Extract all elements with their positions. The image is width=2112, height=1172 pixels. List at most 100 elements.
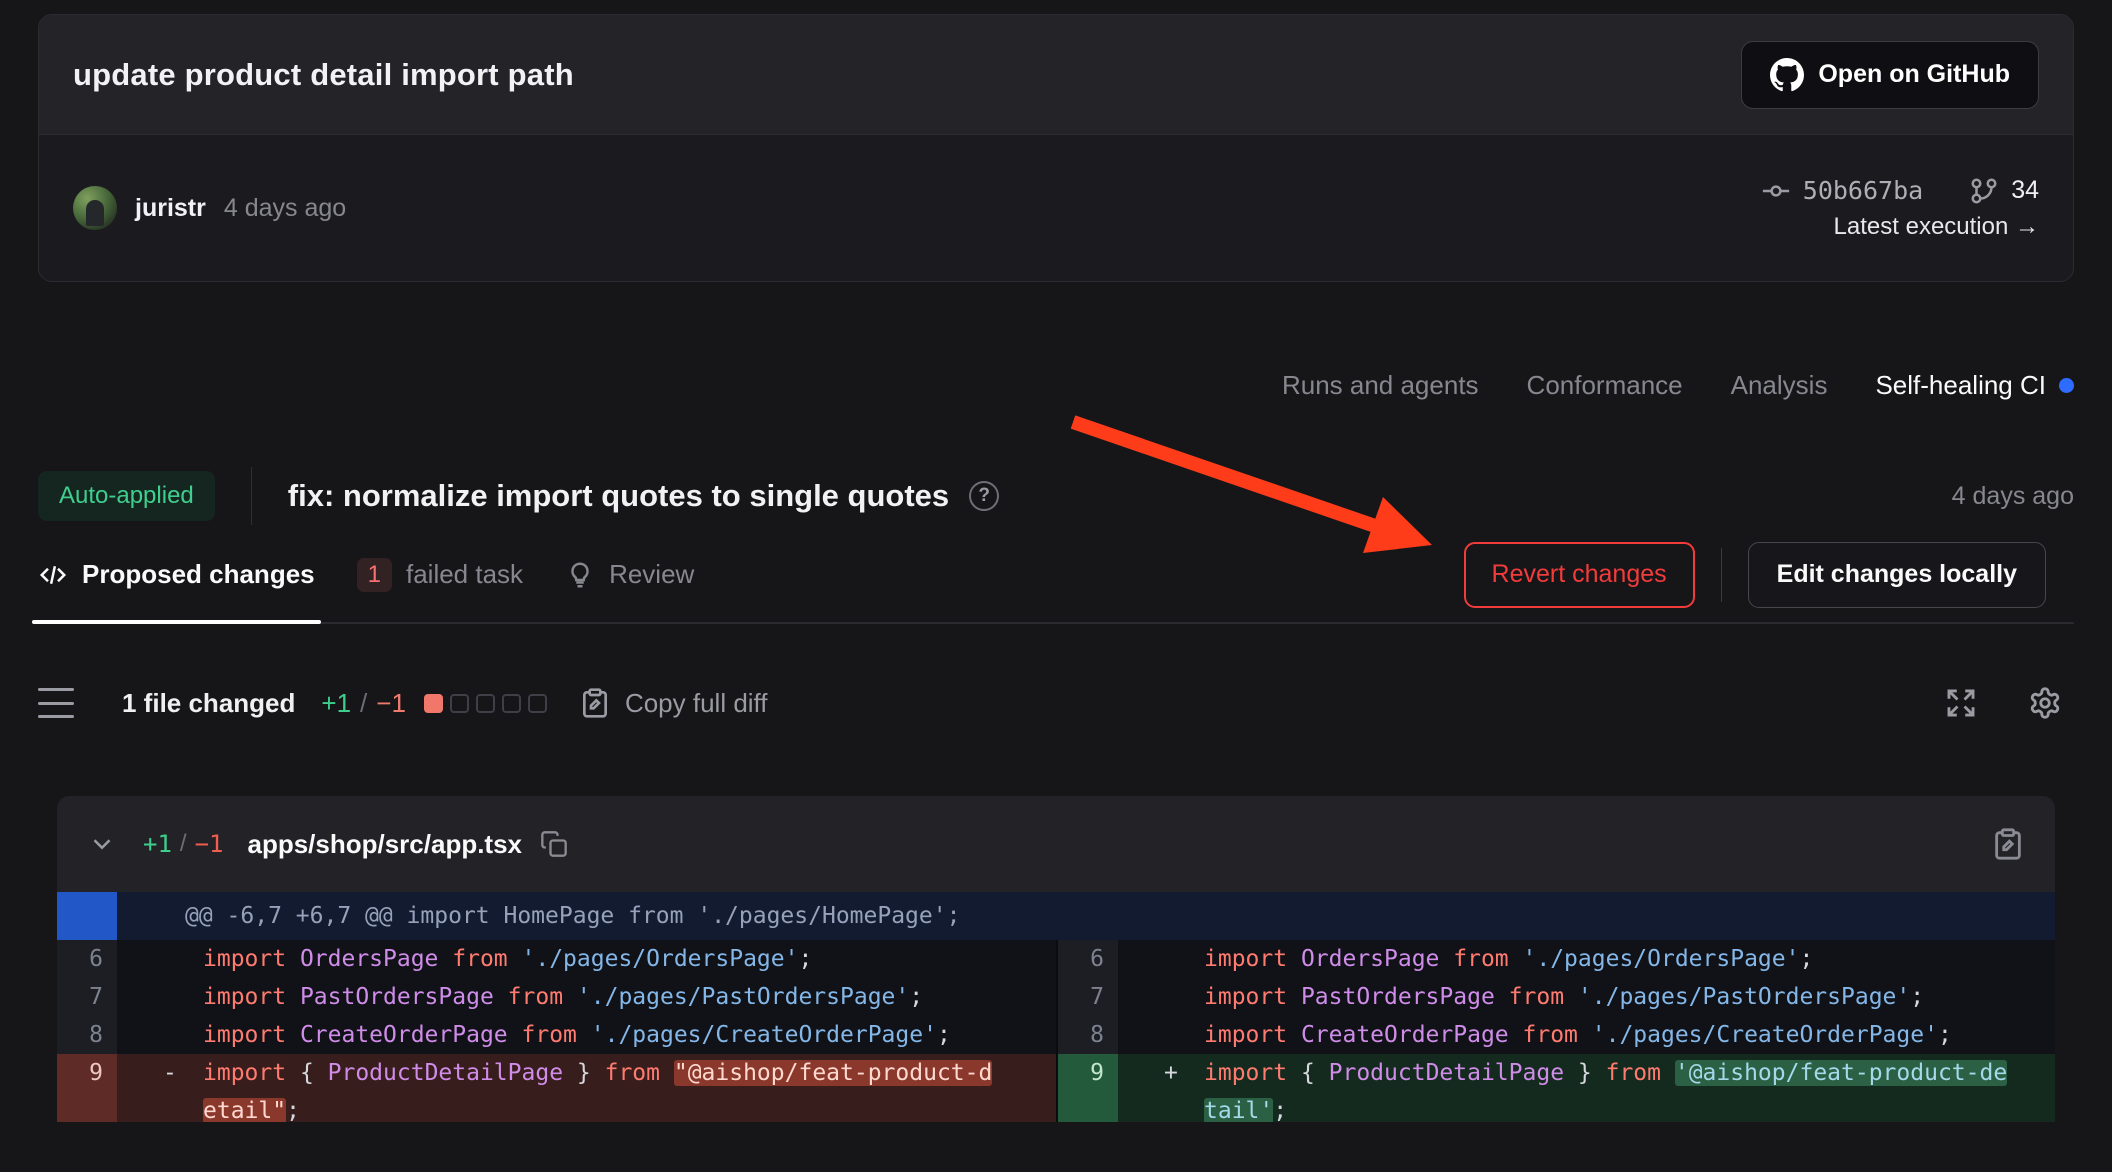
- diff-line: 6 import OrdersPage from './pages/OrdersP…: [1058, 940, 2055, 978]
- commit-card-header: update product detail import path Open o…: [39, 15, 2073, 135]
- file-path: apps/shop/src/app.tsx: [247, 829, 522, 860]
- nav-item-self-healing-ci[interactable]: Self-healing CI: [1875, 370, 2074, 401]
- code-line: import { ProductDetailPage } from '@aish…: [1204, 1054, 2055, 1122]
- line-number: 8: [1058, 1016, 1118, 1054]
- code-token: OrdersPage: [300, 946, 438, 972]
- code-token: from: [508, 1022, 591, 1048]
- meter-square: [528, 694, 547, 713]
- code-token: ;: [909, 984, 923, 1010]
- code-token: PastOrdersPage: [1301, 984, 1495, 1010]
- diff-pane-new: 6 import OrdersPage from './pages/OrdersP…: [1056, 940, 2055, 1122]
- code-token: './pages/CreateOrderPage': [591, 1022, 937, 1048]
- code-token: ProductDetailPage: [328, 1060, 563, 1086]
- diff-marker: [1118, 940, 1204, 978]
- commit-details: 50b667ba 34 Latest execution →: [1761, 176, 2039, 241]
- tab-failed-task[interactable]: 1 failed task: [357, 527, 523, 622]
- code-token: ;: [1938, 1022, 1952, 1048]
- code-token: './pages/PastOrdersPage': [1578, 984, 1910, 1010]
- code-token: import: [203, 984, 300, 1010]
- github-icon: [1770, 58, 1804, 92]
- commit-hash-item[interactable]: 50b667ba: [1761, 176, 1923, 206]
- tab-proposed-changes[interactable]: Proposed changes: [38, 527, 315, 622]
- code-line: import PastOrdersPage from './pages/Past…: [1204, 978, 2055, 1016]
- code-line: import OrdersPage from './pages/OrdersPa…: [1204, 940, 2055, 978]
- git-branch-icon: [1969, 176, 1999, 206]
- code-token: ;: [1910, 984, 1924, 1010]
- code-token: from: [494, 984, 577, 1010]
- nav-item-conformance[interactable]: Conformance: [1527, 370, 1683, 401]
- line-number: 6: [57, 940, 117, 978]
- fix-title: fix: normalize import quotes to single q…: [288, 478, 949, 514]
- revert-changes-button[interactable]: Revert changes: [1464, 542, 1695, 608]
- toolbar-right: [1944, 686, 2074, 720]
- code-icon: [38, 560, 68, 590]
- nav-item-runs-and-agents[interactable]: Runs and agents: [1282, 370, 1479, 401]
- code-token: import: [1204, 984, 1301, 1010]
- diff-marker: [117, 978, 203, 1016]
- hunk-text: @@ -6,7 +6,7 @@ import HomePage from './…: [117, 903, 960, 929]
- code-token: {: [1301, 1060, 1329, 1086]
- commit-icon: [1761, 176, 1791, 206]
- nav-item-label: Self-healing CI: [1875, 370, 2046, 401]
- copy-file-diff-icon[interactable]: [1991, 827, 2025, 861]
- line-number: 9: [57, 1054, 117, 1122]
- lightbulb-icon: [565, 560, 595, 590]
- latest-execution-link[interactable]: Latest execution →: [1834, 213, 2039, 241]
- code-line: import { ProductDetailPage } from "@aish…: [203, 1054, 1056, 1122]
- code-line: import CreateOrderPage from './pages/Cre…: [1204, 1016, 2055, 1054]
- diff-toolbar: 1 file changed +1 / −1 Copy full diff: [38, 663, 2074, 743]
- meter-square: [450, 694, 469, 713]
- code-token: }: [563, 1060, 605, 1086]
- code-token: import: [203, 1060, 300, 1086]
- copy-full-diff-button[interactable]: Copy full diff: [579, 687, 768, 719]
- diff-line: 9+import { ProductDetailPage } from '@ai…: [1058, 1054, 2055, 1122]
- code-token: ;: [286, 1098, 300, 1122]
- line-number: 9: [1058, 1054, 1118, 1122]
- branch-count-item[interactable]: 34: [1969, 176, 2039, 206]
- active-nav-dot-icon: [2059, 378, 2074, 393]
- line-number: 8: [57, 1016, 117, 1054]
- fix-header-row: Auto-applied fix: normalize import quote…: [38, 465, 2074, 527]
- deletions-count: −1: [376, 688, 406, 719]
- meter-square: [502, 694, 521, 713]
- diff-line: 7import PastOrdersPage from './pages/Pas…: [57, 978, 1056, 1016]
- code-token: from: [605, 1060, 674, 1086]
- code-token: './pages/PastOrdersPage': [577, 984, 909, 1010]
- author-name: juristr: [135, 194, 206, 223]
- tab-review[interactable]: Review: [565, 527, 694, 622]
- commit-author: juristr 4 days ago: [73, 186, 346, 230]
- code-token: ;: [1273, 1098, 1287, 1122]
- code-token: }: [1564, 1060, 1606, 1086]
- code-token: ;: [1799, 946, 1813, 972]
- page-title: update product detail import path: [73, 57, 574, 93]
- code-line: import OrdersPage from './pages/OrdersPa…: [203, 940, 1056, 978]
- edit-changes-locally-button[interactable]: Edit changes locally: [1748, 542, 2046, 608]
- avatar[interactable]: [73, 186, 117, 230]
- gear-icon[interactable]: [2028, 686, 2062, 720]
- commit-meta-row: juristr 4 days ago 50b667ba 34 Latest ex…: [39, 135, 2073, 281]
- code-token: tail': [1204, 1098, 1273, 1122]
- diff-marker: [117, 1016, 203, 1054]
- code-token: ;: [937, 1022, 951, 1048]
- commit-hash: 50b667ba: [1803, 176, 1923, 205]
- divider: [251, 467, 252, 525]
- meter-square: [476, 694, 495, 713]
- open-on-github-button[interactable]: Open on GitHub: [1741, 41, 2039, 109]
- nav-item-analysis[interactable]: Analysis: [1731, 370, 1828, 401]
- tab-label: failed task: [406, 559, 523, 590]
- file-stat-slash: /: [180, 830, 187, 858]
- chevron-down-icon[interactable]: [87, 829, 117, 859]
- tabs: Proposed changes 1 failed task Review: [38, 527, 694, 622]
- code-token: import: [1204, 1060, 1301, 1086]
- divider: [1721, 548, 1722, 602]
- action-buttons: Revert changes Edit changes locally: [1464, 542, 2074, 608]
- file-list-menu-icon[interactable]: [38, 688, 74, 718]
- help-icon[interactable]: ?: [969, 481, 999, 511]
- fullscreen-icon[interactable]: [1944, 686, 1978, 720]
- diff-marker: [1118, 1016, 1204, 1054]
- file-diff-header[interactable]: +1 / −1 apps/shop/src/app.tsx: [57, 796, 2055, 892]
- copy-path-icon[interactable]: [540, 830, 568, 858]
- code-token: import: [1204, 1022, 1301, 1048]
- clipboard-icon: [579, 687, 611, 719]
- line-number: 6: [1058, 940, 1118, 978]
